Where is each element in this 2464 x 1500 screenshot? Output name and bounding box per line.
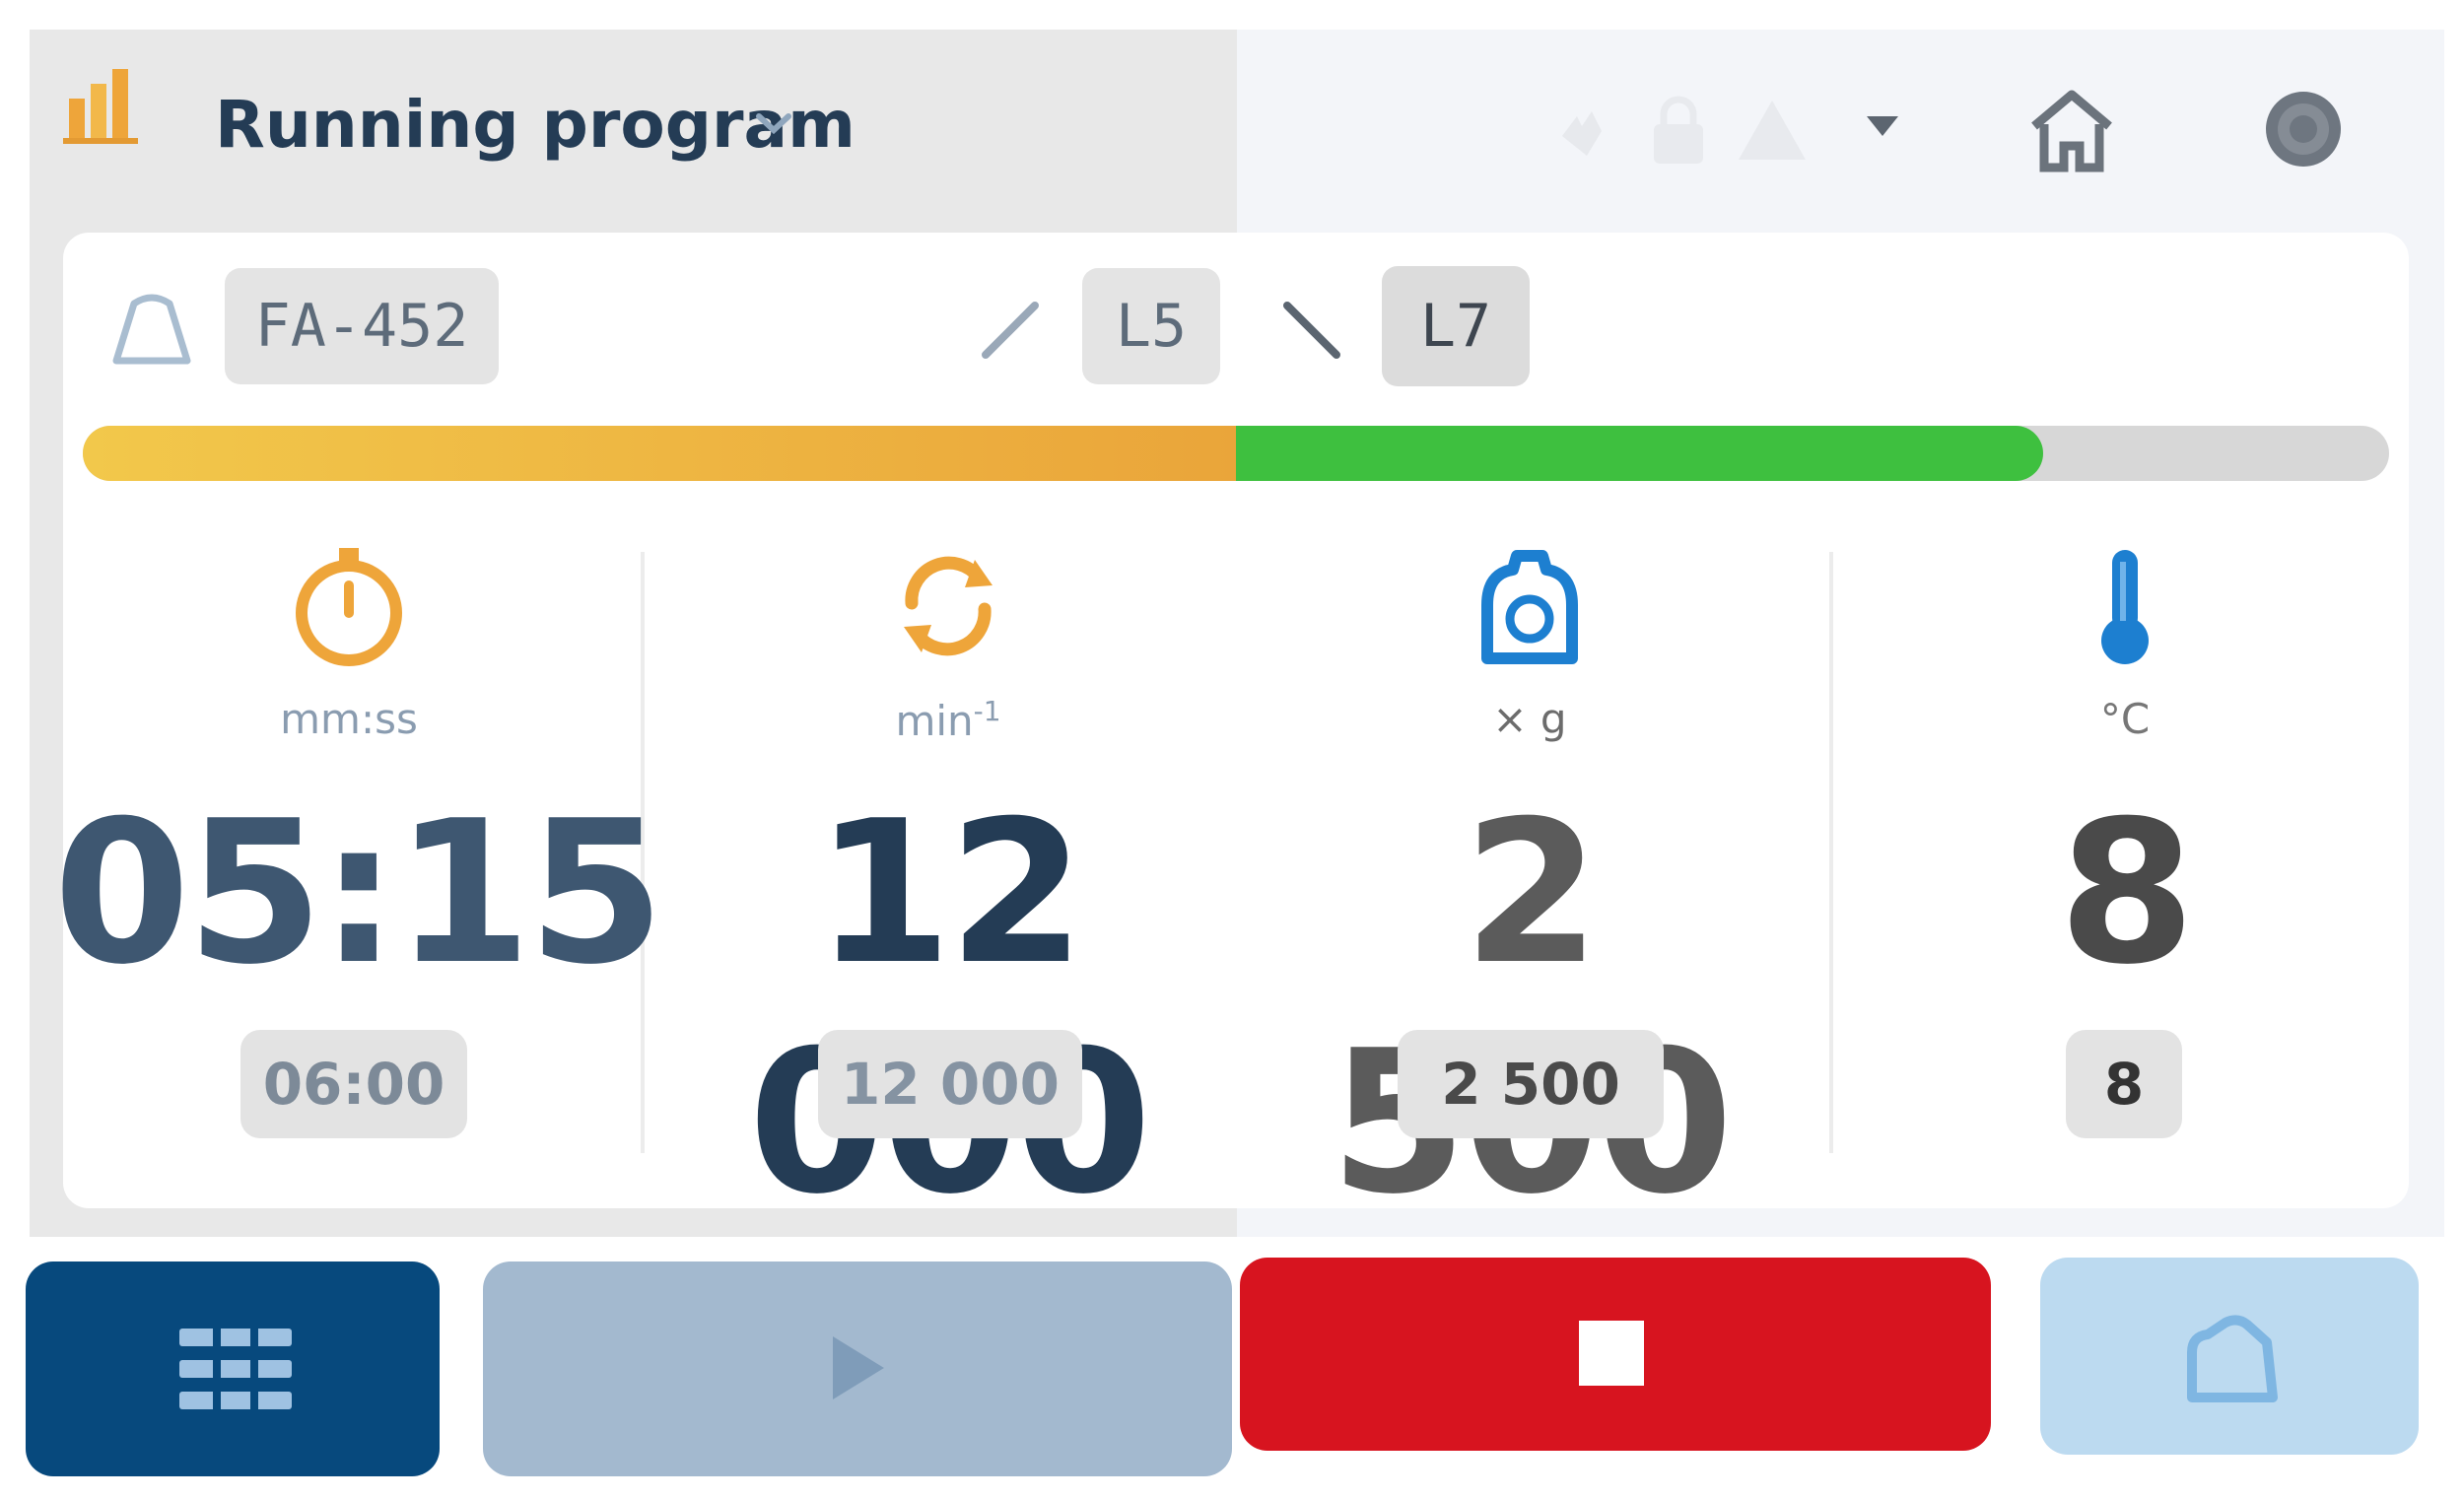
open-lid-button[interactable] (2040, 1258, 2419, 1455)
hand-icon (1562, 111, 1602, 156)
stop-icon (1579, 1321, 1644, 1386)
speed-unit-exponent: -1 (973, 695, 1001, 727)
temp-value: 8 (2058, 779, 2195, 1008)
decel-icon (1283, 302, 1340, 359)
run-progress (1236, 426, 2043, 481)
time-value: 05:15 (53, 779, 665, 1008)
chevron-down-icon[interactable] (749, 99, 798, 148)
decel-level[interactable]: L7 (1382, 266, 1530, 386)
accel-level[interactable]: L5 (1082, 268, 1220, 384)
play-icon (833, 1336, 884, 1399)
time-unit: mm:ss (280, 695, 418, 743)
lid-open-icon (2187, 1315, 2278, 1402)
metric-rcf: × g 2 500 2 500 (1234, 532, 1825, 1238)
speed-unit-base: min (895, 697, 974, 745)
temp-unit: °C (2099, 695, 2151, 743)
metric-speed: min-1 12 000 12 000 (652, 532, 1244, 1238)
run-progress-bar (83, 426, 2389, 481)
accel-icon (982, 302, 1039, 359)
rcf-icon (1481, 550, 1578, 664)
accel-progress (83, 426, 1236, 481)
thermometer-icon (2101, 550, 2149, 664)
program-chart-icon (63, 69, 138, 144)
start-button[interactable] (483, 1261, 1232, 1476)
program-list-button[interactable] (26, 1261, 440, 1476)
temp-target[interactable]: 8 (2066, 1030, 2182, 1138)
metric-time: mm:ss 05:15 06:00 (53, 532, 665, 1183)
settings-icon[interactable] (2255, 81, 2352, 177)
speed-target[interactable]: 12 000 (818, 1030, 1082, 1138)
program-list-icon (179, 1329, 292, 1409)
rotor-icon (112, 294, 191, 365)
home-icon[interactable] (2024, 85, 2119, 175)
rotor-name[interactable]: FA-452 (225, 268, 499, 384)
stop-button[interactable] (1240, 1258, 1991, 1451)
metric-temp: °C 8 8 (1829, 532, 2421, 1183)
rotation-icon (904, 556, 992, 656)
rcf-value: 2 500 (1330, 779, 1733, 1238)
rcf-unit: × g (1492, 695, 1567, 743)
dropdown-arrow-icon[interactable] (1863, 110, 1902, 140)
speed-unit: min-1 (652, 695, 1244, 745)
warning-icon (1739, 101, 1806, 160)
lock-icon (1654, 96, 1703, 164)
timer-icon (296, 548, 402, 666)
time-target[interactable]: 06:00 (240, 1030, 467, 1138)
rcf-target[interactable]: 2 500 (1398, 1030, 1664, 1138)
speed-value: 12 000 (748, 779, 1151, 1238)
